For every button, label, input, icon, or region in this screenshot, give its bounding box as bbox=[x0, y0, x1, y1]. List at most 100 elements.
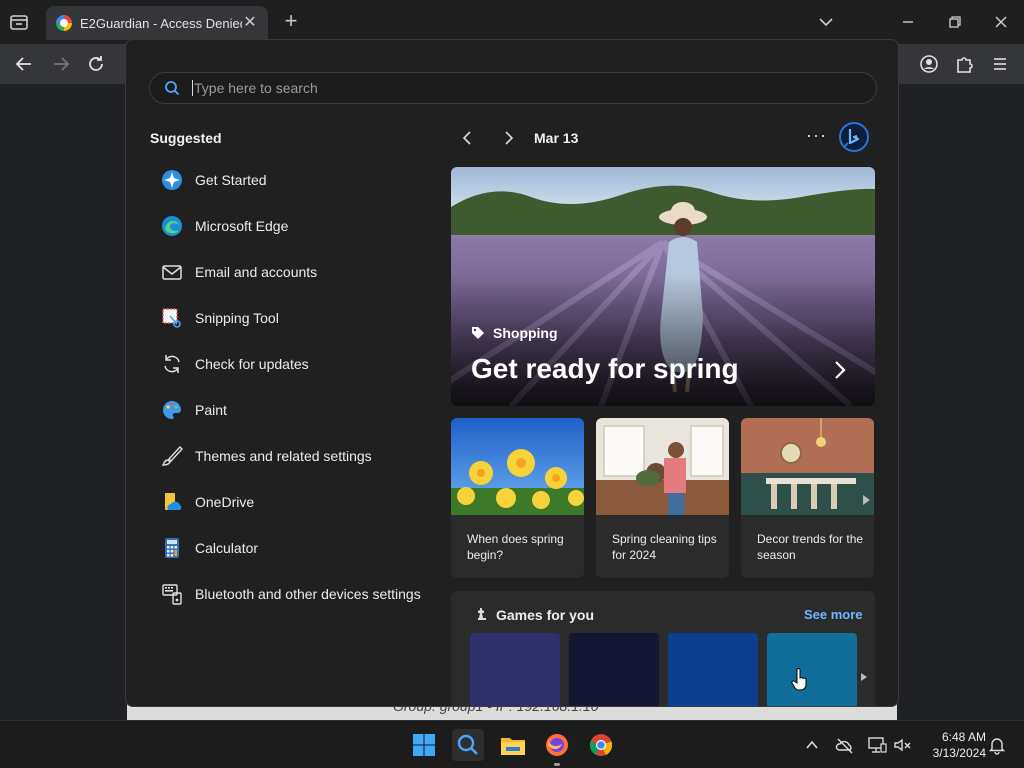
game-tile[interactable] bbox=[470, 633, 560, 706]
suggested-label: Paint bbox=[195, 402, 227, 418]
suggested-item-snipping-tool[interactable]: Snipping Tool bbox=[150, 295, 440, 341]
hero-card[interactable]: Shopping Get ready for spring bbox=[451, 167, 875, 406]
search-input[interactable] bbox=[192, 80, 792, 96]
suggested-label: Snipping Tool bbox=[195, 310, 279, 326]
browser-tab[interactable]: E2Guardian - Access Denied ✕ bbox=[46, 6, 268, 40]
folder-icon bbox=[501, 738, 525, 755]
suggested-label: OneDrive bbox=[195, 494, 255, 510]
news-card-cleaning[interactable]: Spring cleaning tips for 2024 bbox=[596, 418, 729, 578]
search-flyout: Suggested Get Started Microsoft Edge Ema… bbox=[125, 39, 899, 707]
edge-icon bbox=[162, 216, 182, 236]
game-tile[interactable] bbox=[668, 633, 758, 706]
more-options-button[interactable]: ··· bbox=[806, 126, 826, 148]
minimize-icon[interactable] bbox=[896, 10, 920, 34]
games-section: Games for you See more bbox=[451, 591, 875, 706]
suggested-label: Bluetooth and other devices settings bbox=[195, 586, 421, 602]
taskbar: 6:48 AM 3/13/2024 bbox=[0, 720, 1024, 768]
forward-arrow-icon[interactable] bbox=[49, 52, 73, 76]
new-tab-button[interactable]: + bbox=[280, 10, 302, 33]
browser-tab-strip: E2Guardian - Access Denied ✕ + bbox=[0, 0, 1024, 44]
firefox-button[interactable] bbox=[541, 729, 573, 761]
tab-search-icon[interactable] bbox=[8, 11, 30, 33]
chess-piece-icon bbox=[478, 608, 486, 620]
notification-bell-icon[interactable] bbox=[987, 735, 1007, 755]
firefox-running-indicator bbox=[554, 763, 560, 766]
tab-close-icon[interactable]: ✕ bbox=[242, 15, 258, 31]
onedrive-offline-icon[interactable] bbox=[835, 735, 855, 755]
news-card-spring[interactable]: When does spring begin? bbox=[451, 418, 584, 578]
suggested-label: Themes and related settings bbox=[195, 448, 372, 464]
game-tile[interactable] bbox=[767, 633, 857, 706]
firefox-icon bbox=[546, 734, 568, 756]
next-chevron-icon[interactable] bbox=[498, 128, 518, 148]
suggested-label: Calculator bbox=[195, 540, 259, 556]
chrome-icon bbox=[589, 734, 613, 756]
search-box[interactable] bbox=[149, 72, 877, 104]
menu-icon[interactable] bbox=[988, 52, 1012, 76]
reload-icon[interactable] bbox=[84, 52, 108, 76]
daffodils-image bbox=[451, 418, 584, 515]
news-card-title: Decor trends for the season bbox=[757, 532, 864, 562]
game-tile[interactable] bbox=[569, 633, 659, 706]
refresh-icon bbox=[164, 355, 180, 373]
cards-scroll-right-icon[interactable] bbox=[860, 493, 872, 507]
news-card-title: Spring cleaning tips for 2024 bbox=[612, 532, 717, 562]
bing-chat-icon[interactable] bbox=[838, 121, 870, 153]
search-icon bbox=[165, 81, 180, 96]
hero-chevron-right-icon[interactable] bbox=[829, 359, 851, 381]
tab-list-chevron-icon[interactable] bbox=[814, 10, 838, 34]
google-favicon-icon bbox=[56, 15, 72, 31]
clock-date: 3/13/2024 bbox=[932, 746, 986, 760]
hero-title: Get ready for spring bbox=[471, 353, 739, 384]
paint-icon bbox=[162, 401, 181, 419]
snipping-tool-icon bbox=[162, 308, 181, 328]
hero-category-label: Shopping bbox=[493, 325, 558, 341]
search-icon bbox=[457, 734, 478, 755]
restore-icon[interactable] bbox=[943, 10, 967, 34]
suggested-item-themes[interactable]: Themes and related settings bbox=[150, 433, 440, 479]
clock-time: 6:48 AM bbox=[941, 730, 986, 744]
close-window-icon[interactable] bbox=[989, 10, 1013, 34]
suggested-item-calculator[interactable]: Calculator bbox=[150, 525, 440, 571]
suggested-label: Check for updates bbox=[195, 356, 309, 372]
suggested-item-paint[interactable]: Paint bbox=[150, 387, 440, 433]
suggested-item-bluetooth[interactable]: Bluetooth and other devices settings bbox=[150, 571, 440, 617]
feed-date: Mar 13 bbox=[534, 130, 579, 146]
profile-icon[interactable] bbox=[917, 52, 941, 76]
hand-cursor-icon bbox=[791, 668, 807, 691]
suggested-item-check-updates[interactable]: Check for updates bbox=[150, 341, 440, 387]
games-scroll-right-icon[interactable] bbox=[859, 671, 869, 683]
see-more-link[interactable]: See more bbox=[804, 607, 863, 622]
devices-icon bbox=[162, 584, 182, 605]
calculator-icon bbox=[165, 538, 179, 558]
file-explorer-button[interactable] bbox=[497, 729, 529, 761]
volume-muted-icon[interactable] bbox=[892, 735, 912, 755]
back-arrow-icon[interactable] bbox=[12, 52, 36, 76]
mail-icon bbox=[162, 265, 182, 280]
suggested-item-get-started[interactable]: Get Started bbox=[150, 157, 440, 203]
system-clock[interactable]: 6:48 AM 3/13/2024 bbox=[920, 729, 986, 761]
suggested-label: Get Started bbox=[195, 172, 267, 188]
suggested-item-email-accounts[interactable]: Email and accounts bbox=[150, 249, 440, 295]
tag-icon bbox=[472, 327, 484, 339]
suggested-item-microsoft-edge[interactable]: Microsoft Edge bbox=[150, 203, 440, 249]
network-icon[interactable] bbox=[867, 735, 887, 755]
news-card-decor[interactable]: Decor trends for the season bbox=[741, 418, 874, 578]
windows-logo-icon bbox=[413, 734, 435, 756]
taskbar-search-button[interactable] bbox=[452, 729, 484, 761]
hero-category: Shopping bbox=[471, 325, 558, 341]
games-title: Games for you bbox=[496, 607, 595, 623]
chrome-button[interactable] bbox=[585, 729, 617, 761]
extensions-icon[interactable] bbox=[952, 52, 976, 76]
news-card-title: When does spring begin? bbox=[467, 532, 564, 562]
suggested-heading: Suggested bbox=[150, 130, 222, 146]
suggested-label: Microsoft Edge bbox=[195, 218, 289, 234]
tab-title: E2Guardian - Access Denied bbox=[80, 15, 242, 31]
previous-chevron-icon[interactable] bbox=[458, 128, 478, 148]
show-hidden-icons-chevron-icon[interactable] bbox=[802, 735, 822, 755]
brush-icon bbox=[161, 445, 183, 466]
suggested-item-onedrive[interactable]: OneDrive bbox=[150, 479, 440, 525]
dining-room-image bbox=[741, 418, 874, 515]
start-button[interactable] bbox=[408, 729, 440, 761]
suggested-label: Email and accounts bbox=[195, 264, 318, 280]
